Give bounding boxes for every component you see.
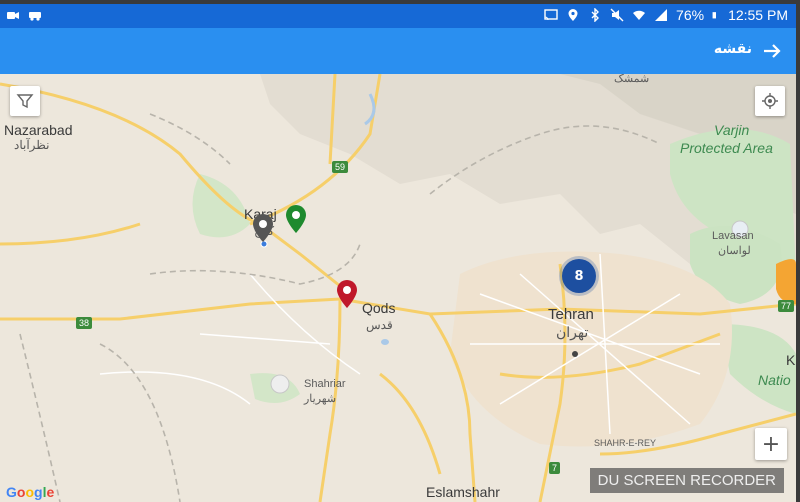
mute-icon xyxy=(610,8,624,22)
map-label-lavasan: Lavasan xyxy=(712,230,754,242)
filter-button[interactable] xyxy=(10,86,40,116)
google-logo-letter: G xyxy=(6,484,17,500)
map-label-nazarabad-fa: نظرآباد xyxy=(14,138,50,152)
google-logo-letter: g xyxy=(34,484,43,500)
map-label-qods: Qods xyxy=(362,300,396,316)
marker-cluster[interactable]: 8 xyxy=(562,259,596,293)
map-marker-red[interactable] xyxy=(336,279,358,309)
map-label-k: K xyxy=(786,352,796,368)
road-shield-38: 38 xyxy=(76,317,93,329)
map-label-shahriar-fa: شهریار xyxy=(304,393,337,405)
map-marker-green[interactable] xyxy=(285,204,307,234)
bluetooth-icon xyxy=(591,8,600,22)
map-label-lavasan-fa: لواسان xyxy=(718,245,751,257)
google-logo-letter: e xyxy=(46,484,55,500)
wifi-icon xyxy=(633,10,646,20)
my-location-button[interactable] xyxy=(755,86,785,116)
battery-percent: 76% xyxy=(676,7,705,23)
map-label-shahriar: Shahriar xyxy=(304,378,346,390)
map-label-qods-fa: قدس xyxy=(366,318,393,332)
arrow-right-icon[interactable] xyxy=(760,39,784,63)
map-marker-gray[interactable] xyxy=(252,213,274,243)
battery-icon xyxy=(712,12,717,19)
map-label-shahr-e-rey: SHAHR-E-REY xyxy=(594,438,657,448)
road-shield-77: 77 xyxy=(778,300,795,312)
filter-icon xyxy=(16,94,34,109)
app-bar: نقشه xyxy=(0,28,796,74)
car-icon xyxy=(29,12,41,21)
cast-icon xyxy=(544,9,558,21)
map-label-varjin: Varjin xyxy=(714,122,750,138)
screen-recorder-watermark: DU SCREEN RECORDER xyxy=(589,468,784,493)
road-shield-7: 7 xyxy=(549,462,561,474)
map-label-natio: Natio xyxy=(758,372,791,388)
map-label-protected-area: Protected Area xyxy=(680,140,773,156)
location-icon xyxy=(568,9,578,21)
map-label-tehran-fa: تهران xyxy=(556,324,589,340)
map-label-tehran: Tehran xyxy=(548,306,594,323)
map-view[interactable]: شمشک Nazarabad نظرآباد Varjin Protected … xyxy=(0,74,796,502)
my-location-icon xyxy=(762,93,778,109)
map-base xyxy=(0,74,796,502)
page-title: نقشه xyxy=(713,41,752,57)
status-bar: 76% 12:55 PM xyxy=(0,4,796,28)
map-label-nazarabad: Nazarabad xyxy=(4,122,73,138)
clock: 12:55 PM xyxy=(728,7,788,23)
video-camera-icon xyxy=(7,12,19,19)
google-logo-letter: o xyxy=(25,484,35,500)
zoom-in-button[interactable]: + xyxy=(755,428,787,460)
phone-screen: 76% 12:55 PM نقشه شمشک Nazarabad نظرآباد… xyxy=(0,4,796,502)
map-label-shemshak: شمشک xyxy=(614,74,650,85)
google-logo: Google xyxy=(6,484,54,500)
map-label-eslamshahr: Eslamshahr xyxy=(426,484,500,500)
signal-icon xyxy=(655,9,668,21)
road-shield-59: 59 xyxy=(332,161,349,173)
